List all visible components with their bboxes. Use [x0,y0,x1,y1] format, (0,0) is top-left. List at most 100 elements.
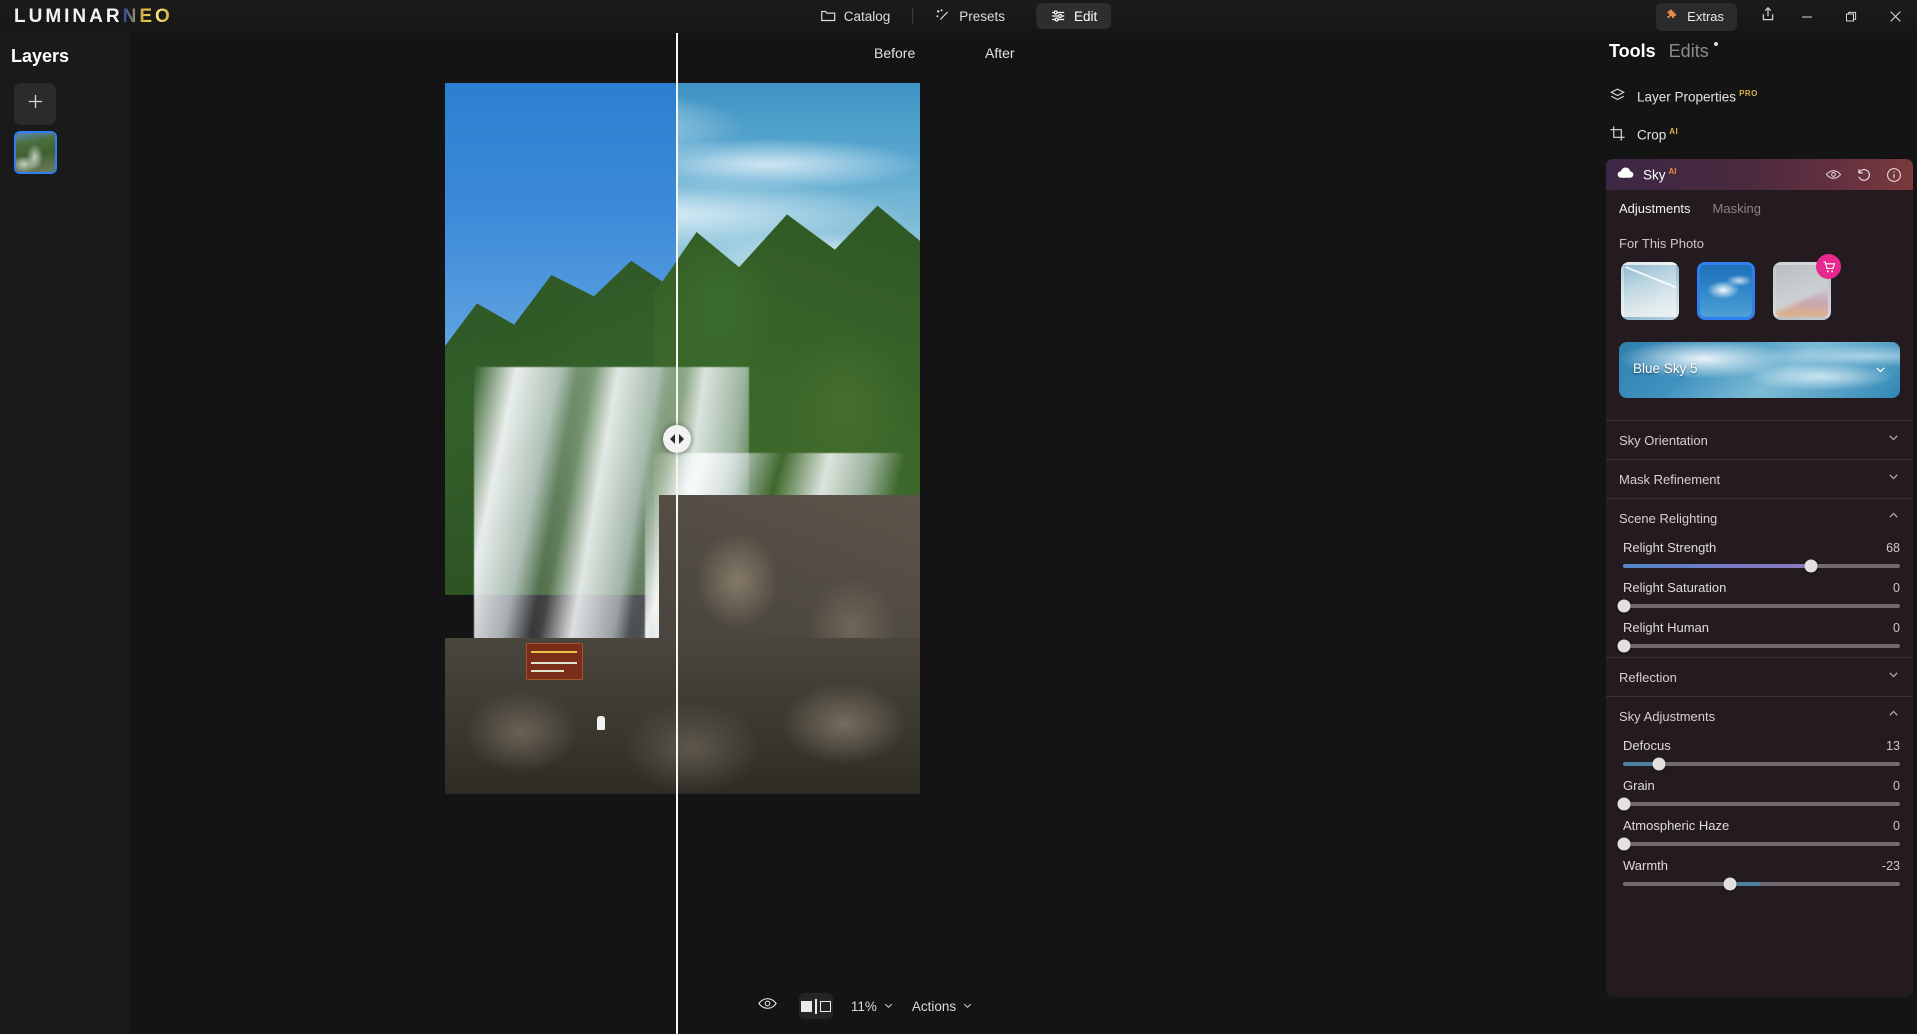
sky-thumb-blue-clouds[interactable] [1697,262,1755,320]
sky-tool-module: Sky AI Adjustments Masking For This Phot… [1606,159,1913,997]
tab-edits[interactable]: Edits [1668,41,1718,62]
extras-label: Extras [1687,9,1724,24]
sky-info-button[interactable] [1886,167,1902,183]
app-logo: LUMINARNEO [14,6,173,28]
minimize-button[interactable] [1785,0,1829,33]
layer-item-thumbnail[interactable] [14,131,57,174]
slider-value-defocus: 13 [1886,739,1900,753]
tab-edits-label: Edits [1668,41,1709,61]
sub-tab-adjustments[interactable]: Adjustments [1619,201,1691,220]
sky-module-header[interactable]: Sky AI [1606,159,1913,190]
slider-value-relight-saturation: 0 [1893,581,1900,595]
slider-label-relight-human: Relight Human [1623,620,1709,635]
section-sky-adjustments[interactable]: Sky Adjustments [1606,697,1913,735]
slider-track-relight-strength[interactable] [1623,559,1900,573]
slider-label-defocus: Defocus [1623,738,1671,753]
tab-tools[interactable]: Tools [1609,41,1656,62]
pro-badge: PRO [1739,89,1758,99]
before-after-split-handle[interactable] [663,425,691,453]
section-mask-refinement[interactable]: Mask Refinement [1606,460,1913,498]
photo-before-inner [445,83,676,794]
sky-preset-name: Blue Sky 5 [1633,361,1698,376]
cart-badge[interactable] [1816,254,1841,279]
canvas-area: Before After 11% Actions [130,33,1598,1034]
slider-knob-grain[interactable] [1617,797,1631,811]
after-label: After [985,45,1015,61]
section-title-sky-orientation: Sky Orientation [1619,432,1708,448]
compare-mode-button[interactable] [798,993,833,1019]
nav-tab-presets[interactable]: Presets [921,3,1019,29]
nav-tab-edit[interactable]: Edit [1036,3,1112,29]
slider-track-grain[interactable] [1617,797,1900,811]
photo-after-image [676,83,920,794]
main-nav: Catalog Presets Edit [806,2,1112,30]
tools-panel: Tools Edits Layer PropertiesPRO CropAI [1598,33,1917,1034]
photo-after-half [676,83,920,794]
section-scene-relighting[interactable]: Scene Relighting [1606,499,1913,537]
preview-toggle-button[interactable] [755,993,781,1019]
slider-label-warmth: Warmth [1623,858,1669,873]
tool-row-layer-properties[interactable]: Layer Properties PRO [1609,79,1909,115]
chevron-down-icon-sky-orientation [1887,431,1900,449]
slider-value-warmth: -23 [1881,859,1900,873]
ai-badge-sky: AI [1668,166,1677,176]
close-button[interactable] [1873,0,1917,33]
share-button[interactable] [1751,0,1785,33]
sky-thumb-wrap-1 [1621,262,1679,320]
slider-knob-relight-saturation[interactable] [1617,599,1631,613]
slider-track-relight-saturation[interactable] [1617,599,1900,613]
reset-icon [1858,168,1870,181]
slider-knob-defocus[interactable] [1652,757,1666,771]
sky-reset-button[interactable] [1856,167,1872,183]
slider-track-relight-human[interactable] [1617,639,1900,653]
tool-row-crop[interactable]: Crop AI [1609,117,1909,153]
layers-panel-title: Layers [11,46,70,66]
section-title-mask-refinement: Mask Refinement [1619,471,1721,487]
slider-knob-warmth[interactable] [1723,877,1737,891]
plus-icon [26,92,45,116]
nav-label-edit: Edit [1074,8,1098,24]
slider-label-relight-strength: Relight Strength [1623,540,1717,555]
sub-tab-masking[interactable]: Masking [1713,201,1761,220]
slider-track-atmospheric-haze[interactable] [1617,837,1900,851]
logo-accent-text: NEO [122,6,173,27]
sky-preset-dropdown[interactable]: Blue Sky 5 [1619,342,1900,398]
terrain-before [445,83,676,794]
add-layer-button[interactable] [14,83,56,125]
photo-before-image [445,83,676,794]
cloud-icon [1617,166,1634,184]
sky-thumb-wispy[interactable] [1621,262,1679,320]
magic-wand-icon [935,8,951,24]
luminar-neo-window: LUMINARNEO Catalog Presets Edit Extras L… [0,0,1917,1034]
slider-track-defocus[interactable] [1623,757,1900,771]
zoom-level-selector[interactable]: 11% [851,999,894,1014]
for-this-photo-label: For This Photo [1619,236,1705,251]
slider-track-warmth[interactable] [1623,877,1900,891]
actions-menu-button[interactable]: Actions [912,999,973,1014]
sky-thumbnail-list [1606,251,1913,320]
slider-knob-atmospheric-haze[interactable] [1617,837,1631,851]
nav-tab-catalog[interactable]: Catalog [806,3,905,29]
slider-defocus: Defocus 13 [1606,735,1913,775]
layers-icon [1609,87,1626,107]
layer-thumbnail-image [16,133,55,172]
ai-badge-crop: AI [1669,127,1679,137]
chevron-down-icon-actions [962,999,973,1014]
maximize-button[interactable] [1829,0,1873,33]
section-reflection[interactable]: Reflection [1606,658,1913,696]
logo-main-text: LUMINAR [14,6,123,27]
chevron-up-icon-scene-relighting [1887,509,1900,527]
extras-button[interactable]: Extras [1656,2,1737,31]
actions-label: Actions [911,998,957,1014]
section-sky-orientation[interactable]: Sky Orientation [1606,421,1913,459]
title-bar: LUMINARNEO Catalog Presets Edit Extras [0,0,1917,33]
slider-grain: Grain 0 [1606,775,1913,815]
layers-panel: Layers [0,33,130,1034]
sky-module-title: Sky [1643,167,1666,183]
slider-knob-relight-strength[interactable] [1804,559,1818,573]
slider-value-relight-human: 0 [1893,621,1900,635]
tool-label-layer-properties: Layer Properties [1637,89,1737,105]
sky-visibility-toggle[interactable] [1825,166,1842,183]
photo-before-half [445,83,676,794]
slider-knob-relight-human[interactable] [1617,639,1631,653]
